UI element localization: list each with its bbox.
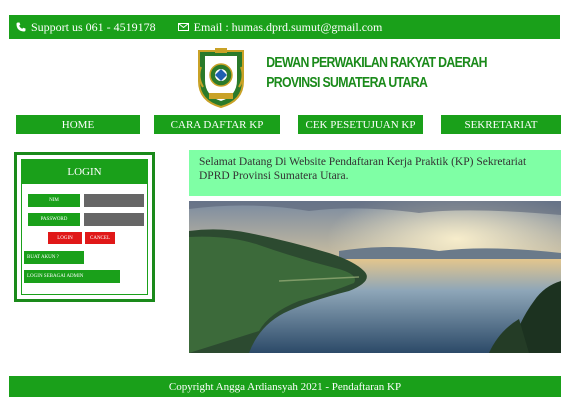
support-contact: Support us 061 - 4519178 (16, 20, 156, 35)
email-text: Email : humas.dprd.sumut@gmail.com (193, 19, 383, 34)
site-title: DEWAN PERWAKILAN RAKYAT DAERAH PROVINSI … (266, 53, 487, 93)
footer-text: Copyright Angga Ardiansyah 2021 - Pendaf… (168, 380, 402, 393)
top-contact-bar: Support us 061 - 4519178 Email : humas.d… (9, 15, 560, 39)
login-heading: LOGIN (67, 166, 102, 178)
email-contact: Email : humas.dprd.sumut@gmail.com (177, 19, 383, 35)
password-label: PASSWORD (28, 213, 80, 226)
nav-sekretariat[interactable]: SEKRETARIAT (441, 115, 561, 134)
login-button[interactable]: LOGIN (48, 232, 82, 244)
support-text: Support us 061 - 4519178 (31, 19, 156, 34)
lake-landscape-image (189, 201, 561, 353)
site-footer: Copyright Angga Ardiansyah 2021 - Pendaf… (9, 376, 561, 397)
phone-icon (16, 22, 26, 32)
site-header: DEWAN PERWAKILAN RAKYAT DAERAH PROVINSI … (195, 45, 488, 111)
login-box: LOGIN NIM PASSWORD LOGIN CANCEL BUAT AKU… (21, 159, 148, 295)
site-title-line1: DEWAN PERWAKILAN RAKYAT DAERAH (266, 54, 487, 71)
cancel-button[interactable]: CANCEL (85, 232, 115, 244)
welcome-text: Selamat Datang Di Website Pendaftaran Ke… (199, 156, 527, 182)
nim-label: NIM (28, 194, 80, 207)
admin-login-button[interactable]: LOGIN SEBAGAI ADMIN (24, 270, 120, 283)
create-account-button[interactable]: BUAT AKUN ? (24, 251, 84, 264)
nim-field[interactable] (84, 194, 144, 207)
dprd-logo (198, 48, 244, 109)
nav-cara-daftar-kp[interactable]: CARA DAFTAR KP (154, 115, 280, 134)
nav-home[interactable]: HOME (16, 115, 140, 134)
nav-cek-persetujuan-kp[interactable]: CEK PESETUJUAN KP (298, 115, 423, 134)
site-title-line2: PROVINSI SUMATERA UTARA (266, 74, 428, 91)
welcome-banner: Selamat Datang Di Website Pendaftaran Ke… (189, 150, 561, 196)
login-form: NIM PASSWORD LOGIN CANCEL BUAT AKUN ? LO… (22, 184, 147, 294)
login-panel: LOGIN NIM PASSWORD LOGIN CANCEL BUAT AKU… (14, 152, 155, 302)
password-field[interactable] (84, 213, 144, 226)
envelope-icon (177, 23, 189, 31)
